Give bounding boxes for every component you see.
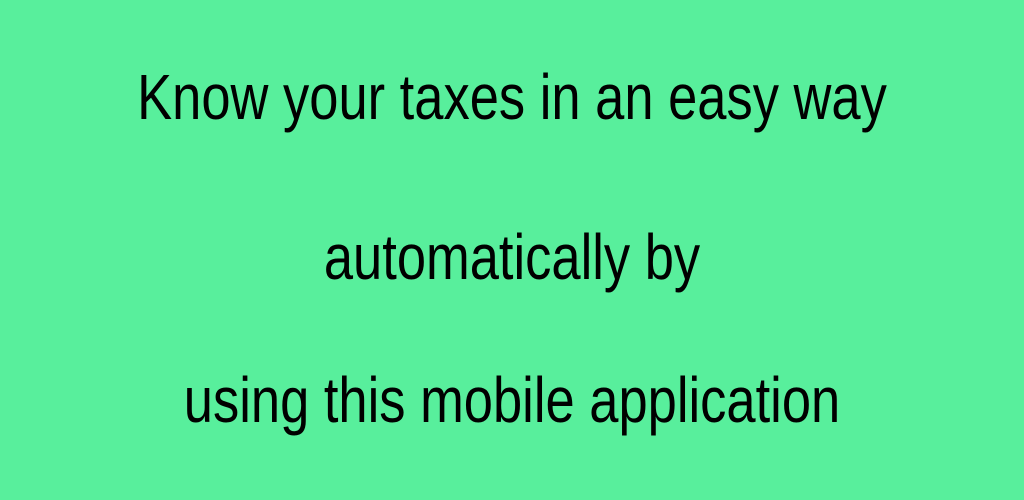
banner-line-2: automatically by [323,221,701,293]
banner-line-3: using this mobile application [183,364,841,436]
banner-line-1: Know your taxes in an easy way [137,61,887,133]
promo-banner: Know your taxes in an easy way automatic… [0,0,1024,500]
